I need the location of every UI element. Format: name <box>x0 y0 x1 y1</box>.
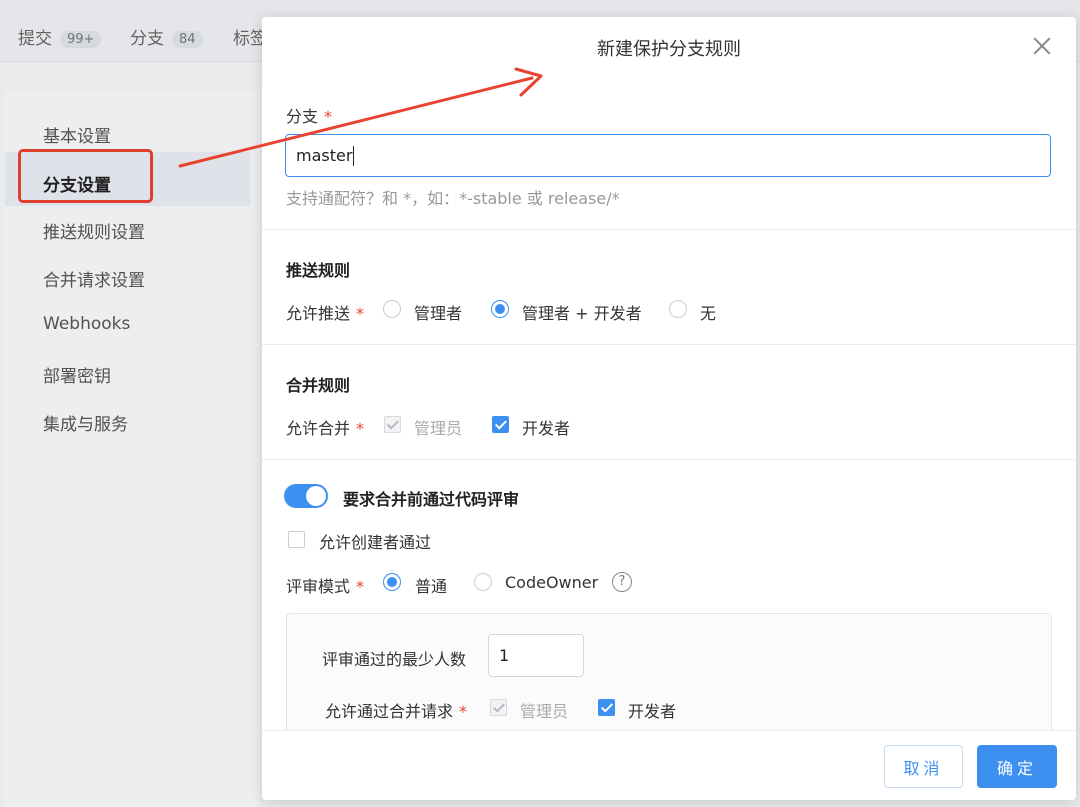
merge-option-developer-label[interactable]: 开发者 <box>522 415 570 439</box>
allow-approve-label-text: 允许通过合并请求 <box>325 702 454 721</box>
close-icon[interactable] <box>1032 36 1052 56</box>
min-reviewers-value: 1 <box>499 646 510 665</box>
checkbox-merge-admin <box>384 416 401 433</box>
review-mode-label: 评审模式 * <box>286 573 364 597</box>
new-protected-branch-dialog: 新建保护分支规则 分支 * master 支持通配符？和 *，如：*-stable… <box>262 17 1076 800</box>
allow-creator-label[interactable]: 允许创建者通过 <box>319 529 431 553</box>
radio-push-none[interactable] <box>669 300 687 318</box>
push-option-maintainers-label[interactable]: 管理者 <box>414 300 462 324</box>
push-rules-title: 推送规则 <box>286 261 351 280</box>
min-reviewers-label: 评审通过的最少人数 <box>322 650 467 669</box>
require-review-toggle[interactable] <box>284 484 328 508</box>
review-mode-label-text: 评审模式 <box>286 577 351 596</box>
required-mark: * <box>356 304 365 323</box>
checkbox-allow-creator[interactable] <box>288 531 305 548</box>
radio-push-maintainers[interactable] <box>383 300 401 318</box>
merge-option-admin-label: 管理员 <box>414 419 463 438</box>
min-reviewers-input[interactable]: 1 <box>488 634 584 677</box>
push-option-maintainers-developers-label[interactable]: 管理者 + 开发者 <box>522 300 642 324</box>
radio-review-mode-normal[interactable] <box>383 573 401 591</box>
merge-rules-title: 合并规则 <box>286 376 351 395</box>
dialog-footer: 取消 确定 <box>262 730 1076 800</box>
approve-option-developer-label[interactable]: 开发者 <box>628 698 676 722</box>
cancel-button[interactable]: 取消 <box>884 745 963 788</box>
text-caret <box>353 145 355 166</box>
required-mark: * <box>459 702 468 721</box>
review-mode-normal-label[interactable]: 普通 <box>415 573 447 597</box>
allow-merge-label-text: 允许合并 <box>286 419 351 438</box>
branch-input[interactable]: master <box>285 134 1051 177</box>
allow-push-label: 允许推送 * <box>286 300 364 324</box>
require-review-label: 要求合并前通过代码评审 <box>343 490 520 509</box>
allow-merge-label: 允许合并 * <box>286 415 364 439</box>
branch-input-value: master <box>296 146 353 165</box>
required-mark: * <box>324 107 333 126</box>
help-icon[interactable]: ? <box>612 572 632 592</box>
approve-option-admin-label: 管理员 <box>520 702 569 721</box>
section-divider <box>262 344 1076 345</box>
branch-wildcard-hint: 支持通配符？和 *，如：*-stable 或 release/* <box>286 189 620 208</box>
checkbox-approve-admin <box>490 699 507 716</box>
branch-field-label: 分支 * <box>286 103 332 127</box>
branch-label-text: 分支 <box>286 107 319 126</box>
allow-approve-label: 允许通过合并请求 * <box>325 698 467 722</box>
push-option-none-label[interactable]: 无 <box>700 300 716 324</box>
confirm-button[interactable]: 确定 <box>977 745 1057 788</box>
radio-review-mode-codeowner[interactable] <box>474 573 492 591</box>
required-mark: * <box>356 419 365 438</box>
review-mode-codeowner-label[interactable]: CodeOwner <box>505 573 598 592</box>
dialog-header: 新建保护分支规则 <box>262 17 1076 77</box>
allow-push-label-text: 允许推送 <box>286 304 351 323</box>
section-divider <box>262 459 1076 460</box>
required-mark: * <box>356 577 365 596</box>
radio-push-maintainers-developers[interactable] <box>491 300 509 318</box>
checkbox-merge-developer[interactable] <box>492 416 509 433</box>
dialog-title: 新建保护分支规则 <box>597 39 741 60</box>
checkbox-approve-developer[interactable] <box>598 699 615 716</box>
section-divider <box>262 229 1076 230</box>
